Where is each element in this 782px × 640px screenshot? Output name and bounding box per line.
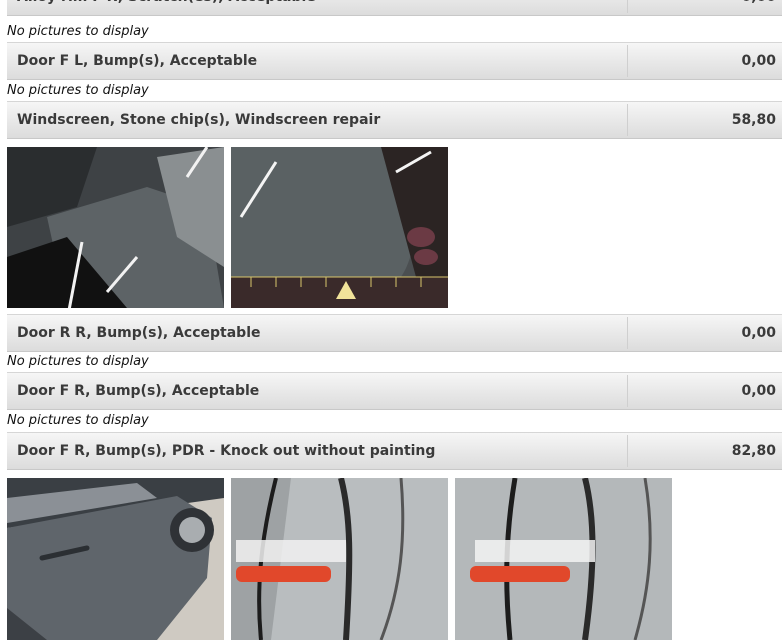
damage-item-label: Door F L, Bump(s), Acceptable: [17, 53, 258, 69]
damage-item-label: Door F R, Bump(s), PDR - Knock out witho…: [17, 443, 436, 459]
row-divider: [627, 45, 628, 77]
damage-photo-thumbnail[interactable]: [7, 147, 224, 308]
door-photo-1-image: [7, 478, 224, 640]
damage-photo-thumbnail[interactable]: [231, 147, 448, 308]
damage-photo-thumbnail[interactable]: [231, 478, 448, 640]
row-divider: [627, 435, 628, 467]
damage-item-row[interactable]: Door F L, Bump(s), Acceptable 0,00: [7, 42, 782, 80]
damage-photo-thumbnail[interactable]: [455, 478, 672, 640]
no-pictures-message: No pictures to display: [7, 24, 149, 39]
damage-item-row[interactable]: Door R R, Bump(s), Acceptable 0,00: [7, 314, 782, 352]
damage-item-price: 0,00: [741, 0, 776, 15]
damage-item-row[interactable]: Door F R, Bump(s), Acceptable 0,00: [7, 372, 782, 410]
damage-item-price: 58,80: [731, 112, 776, 128]
damage-item-row[interactable]: Door F R, Bump(s), PDR - Knock out witho…: [7, 432, 782, 470]
damage-item-price: 0,00: [741, 325, 776, 341]
damage-item-label: Door F R, Bump(s), Acceptable: [17, 383, 260, 399]
windscreen-photo-2-image: [231, 147, 448, 308]
no-pictures-message: No pictures to display: [7, 83, 149, 98]
damage-photo-thumbnail[interactable]: [7, 478, 224, 640]
damage-item-label: Door R R, Bump(s), Acceptable: [17, 325, 261, 341]
door-photo-3-image: [455, 478, 672, 640]
no-pictures-message: No pictures to display: [7, 354, 149, 369]
windscreen-photo-1-image: [7, 147, 224, 308]
damage-item-price: 0,00: [741, 53, 776, 69]
row-divider: [627, 375, 628, 407]
no-pictures-message: No pictures to display: [7, 413, 149, 428]
damage-item-row[interactable]: Windscreen, Stone chip(s), Windscreen re…: [7, 101, 782, 139]
row-divider: [627, 104, 628, 136]
damage-item-price: 0,00: [741, 383, 776, 399]
damage-item-label: Alloy rim F R, Scratch(es), Acceptable: [17, 0, 316, 15]
damage-item-price: 82,80: [731, 443, 776, 459]
row-divider: [627, 317, 628, 349]
damage-item-label: Windscreen, Stone chip(s), Windscreen re…: [17, 112, 381, 128]
damage-item-row[interactable]: Alloy rim F R, Scratch(es), Acceptable 0…: [7, 0, 782, 16]
door-photo-2-image: [231, 478, 448, 640]
row-divider: [627, 0, 628, 13]
